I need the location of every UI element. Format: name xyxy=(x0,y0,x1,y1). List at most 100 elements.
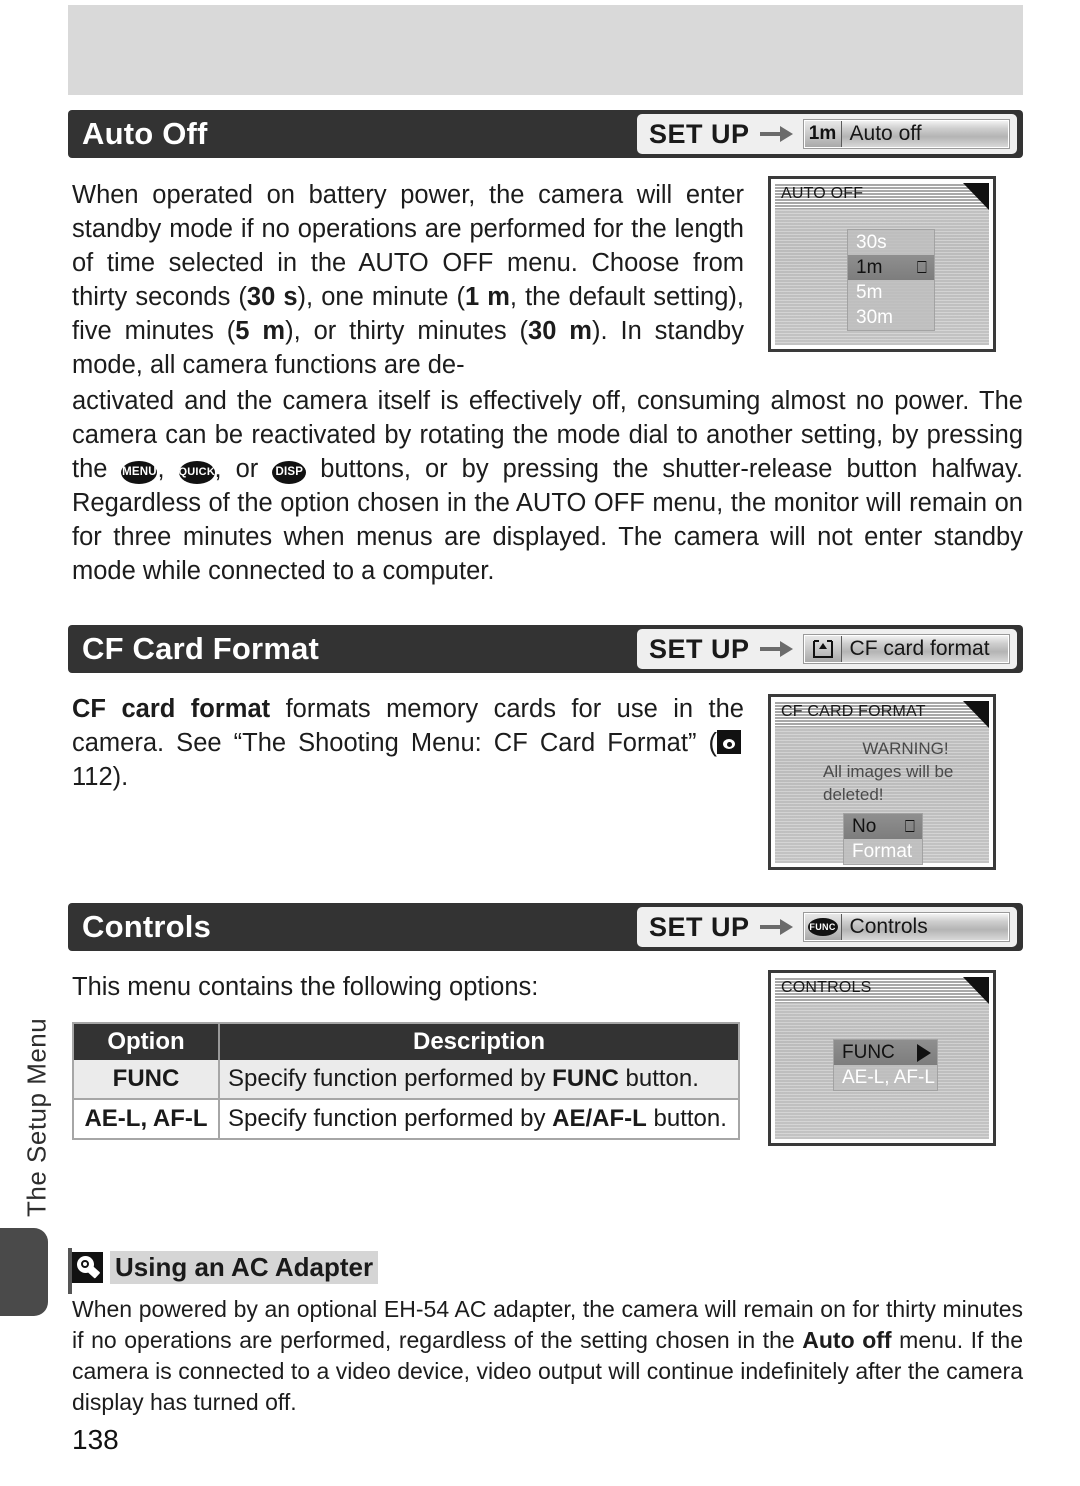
side-tab-label: The Setup Menu xyxy=(21,1017,52,1218)
value-30s: 30 s xyxy=(246,283,298,311)
cell-description: Specify function performed by AE/AF-L bu… xyxy=(220,1100,738,1138)
table-row: AE-L, AF-L Specify function performed by… xyxy=(74,1098,738,1138)
list-item-selected[interactable]: 1m ⎕ xyxy=(848,255,934,280)
manual-page: The Setup Menu Auto Off SET UP 1m Auto o… xyxy=(0,0,1080,1486)
note-body: When powered by an optional EH-54 AC ada… xyxy=(72,1294,1023,1418)
text-run: ), or thirty minutes ( xyxy=(285,317,529,345)
enter-icon: ⎕ xyxy=(904,816,915,836)
text-run: Specify function performed by xyxy=(228,1065,553,1092)
list-item-label: No xyxy=(852,815,877,837)
screen-corner-fold xyxy=(963,183,989,210)
chevron-right-icon xyxy=(917,1043,931,1062)
breadcrumb-cf-card-format: SET UP CF card format xyxy=(637,629,1017,669)
breadcrumb-controls: SET UP FUNC Controls xyxy=(637,907,1017,947)
value-1m: 1 m xyxy=(464,283,510,311)
cell-option: AE-L, AF-L xyxy=(74,1100,220,1138)
enter-icon: ⎕ xyxy=(916,257,927,277)
list-item-selected[interactable]: No ⎕ xyxy=(844,814,922,839)
breadcrumb-label: Controls xyxy=(849,915,928,938)
screen-controls: CONTROLS FUNC AE-L, AF-L xyxy=(768,970,996,1146)
breadcrumb-root: SET UP xyxy=(649,911,750,942)
card-eject-icon xyxy=(804,636,842,662)
column-header-description: Description xyxy=(412,1028,546,1055)
column-header-option: Option xyxy=(74,1024,220,1060)
text-run: Specify function performed by xyxy=(228,1105,553,1132)
text-run: ), one minute ( xyxy=(297,283,465,311)
list-item[interactable]: 30s xyxy=(848,230,934,255)
controls-intro: This menu contains the following options… xyxy=(72,973,539,1001)
list-item-label: 30s xyxy=(856,231,887,253)
disp-button-icon: DISP xyxy=(272,461,307,484)
list-item-label: FUNC xyxy=(842,1041,895,1063)
list-item-label: Format xyxy=(852,840,913,862)
arrow-right-icon xyxy=(759,125,794,143)
breadcrumb-field: CF card format xyxy=(803,635,1009,663)
breadcrumb-root: SET UP xyxy=(649,118,750,149)
screen-cf-card-format: CF CARD FORMAT WARNING! All images will … xyxy=(768,694,996,870)
list-item[interactable]: 30m xyxy=(848,305,934,330)
section-title: CF Card Format xyxy=(82,631,320,666)
screen-corner-fold xyxy=(963,977,989,1004)
screen-surface: CONTROLS FUNC AE-L, AF-L xyxy=(775,977,989,1139)
menu-button-icon: MENU xyxy=(121,461,158,484)
term-auto-off: Auto off xyxy=(802,1327,892,1353)
breadcrumb-field: 1m Auto off xyxy=(803,120,1009,148)
list-item-label: AE-L, AF-L xyxy=(842,1066,935,1088)
warning-line: All images will be xyxy=(823,762,954,781)
func-oval-label: FUNC xyxy=(807,918,838,936)
list-item[interactable]: Format xyxy=(844,839,922,864)
value-5m: 5 m xyxy=(235,317,286,345)
list-item[interactable]: AE-L, AF-L xyxy=(834,1065,937,1090)
page-number: 138 xyxy=(72,1424,119,1455)
button-name: FUNC xyxy=(552,1065,619,1092)
button-name: AE/AF-L xyxy=(552,1105,647,1132)
screen-title: CF CARD FORMAT xyxy=(781,703,926,720)
text-run: , xyxy=(157,455,179,483)
option-name: AE-L, AF-L xyxy=(84,1105,208,1132)
arrow-right-icon xyxy=(759,640,794,658)
value-30m: 30 m xyxy=(528,317,592,345)
screen-surface: AUTO OFF 30s 1m ⎕ 5m 30m xyxy=(775,183,989,345)
breadcrumb-field: FUNC Controls xyxy=(803,913,1009,941)
cell-option: FUNC xyxy=(74,1060,220,1098)
arrow-right-icon xyxy=(759,918,794,936)
list-item-label: 5m xyxy=(856,281,883,303)
section-title: Controls xyxy=(82,909,212,944)
table-row: FUNC Specify function performed by FUNC … xyxy=(74,1060,738,1098)
text-run: button. xyxy=(618,1065,699,1092)
one-minute-icon: 1m xyxy=(804,121,842,147)
term-cf-card-format: CF card format xyxy=(72,695,271,723)
breadcrumb-auto-off: SET UP 1m Auto off xyxy=(637,114,1017,154)
screen-option-list: No ⎕ Format xyxy=(843,813,923,865)
screen-title: CONTROLS xyxy=(781,979,872,996)
text-run: ). xyxy=(112,763,129,791)
list-item-selected[interactable]: FUNC xyxy=(834,1040,937,1065)
note-heading: Using an AC Adapter xyxy=(72,1250,379,1284)
auto-off-paragraph-1: When operated on battery power, the came… xyxy=(72,178,744,382)
breadcrumb-root: SET UP xyxy=(649,633,750,664)
screen-option-list: FUNC AE-L, AF-L xyxy=(833,1039,938,1091)
screen-option-list: 30s 1m ⎕ 5m 30m xyxy=(847,229,935,331)
section-header-controls: Controls SET UP FUNC Controls xyxy=(68,903,1023,951)
cf-card-format-paragraph: CF card format formats memory cards for … xyxy=(72,692,744,794)
page-reference-icon xyxy=(717,730,741,754)
auto-off-paragraph-2: activated and the camera itself is effec… xyxy=(72,384,1023,588)
page-reference-number: 112 xyxy=(72,763,113,791)
option-name: FUNC xyxy=(112,1065,180,1092)
func-button-icon: FUNC xyxy=(804,914,842,940)
section-title: Auto Off xyxy=(82,116,208,151)
breadcrumb-label: Auto off xyxy=(849,122,922,145)
quick-button-icon: QUICK xyxy=(178,461,215,484)
screen-title: AUTO OFF xyxy=(781,185,864,202)
table-header-row: Option Description xyxy=(74,1024,738,1060)
section-header-cf-card-format: CF Card Format SET UP CF card format xyxy=(68,625,1023,673)
list-item-label: 1m xyxy=(856,256,883,278)
screen-corner-fold xyxy=(963,701,989,728)
screen-warning-text: WARNING! All images will be deleted! xyxy=(823,737,988,806)
text-run: button. xyxy=(646,1105,727,1132)
cell-description: Specify function performed by FUNC butto… xyxy=(220,1060,738,1098)
top-gray-band xyxy=(68,5,1023,95)
screen-surface: CF CARD FORMAT WARNING! All images will … xyxy=(775,701,989,865)
list-item[interactable]: 5m xyxy=(848,280,934,305)
warning-line: WARNING! xyxy=(862,739,949,758)
